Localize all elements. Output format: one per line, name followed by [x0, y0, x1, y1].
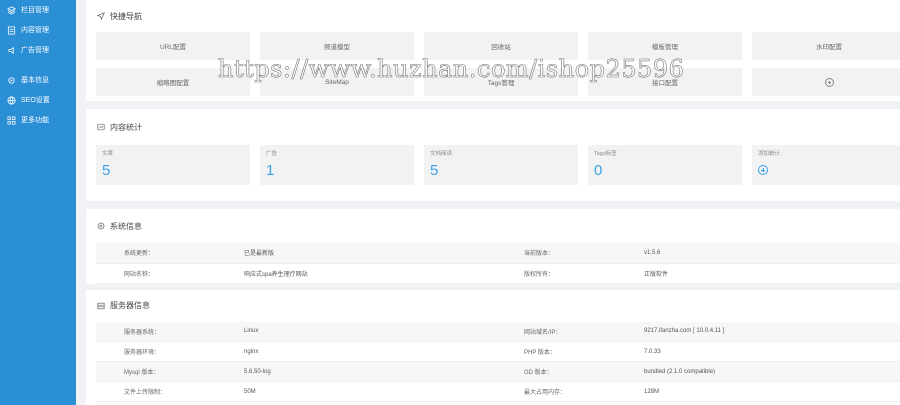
table-cell: 当前版本： [496, 243, 616, 264]
document-icon [6, 25, 16, 35]
system-info-title: 系统信息 [110, 221, 142, 231]
system-info-card: 系统信息 系统更新： 已是最新版 当前版本： v1.5.6 网站名称： 响应式s… [86, 209, 900, 405]
table-cell: PHP 版本： [496, 341, 616, 362]
table-cell: v1.5.6 [616, 243, 900, 264]
content-stats-card: 内容统计 文章 5 广告 1 文档阅读 5 Tags标签 0 添加统计 [86, 109, 900, 201]
stat-add-label: 添加统计 [758, 151, 781, 157]
quick-nav-template-management[interactable]: 模板管理 [588, 32, 742, 60]
stat-label: 广告 [266, 151, 278, 157]
stat-label: 文章 [102, 151, 114, 157]
sidebar-item-label: 更多功能 [21, 117, 49, 124]
table-cell: 网站域名/IP： [496, 321, 616, 342]
stat-label: Tags标签 [594, 151, 617, 157]
add-circle-icon [824, 77, 834, 87]
server-icon [96, 301, 106, 311]
table-cell: 最大占用内存： [496, 381, 616, 402]
stat-value: 5 [102, 162, 111, 179]
table-cell: Linux [216, 321, 496, 342]
table-cell: 服务器环境： [96, 341, 216, 362]
system-info-header: 系统信息 [96, 209, 900, 243]
server-info-table: 服务器系统： Linux 网站域名/IP： 9217.ifanzha.com [… [96, 321, 900, 402]
table-cell: 7.0.33 [616, 341, 900, 362]
quick-nav-header: 快捷导航 [96, 0, 890, 32]
sidebar-item-label: 基本信息 [21, 77, 49, 84]
table-cell: 服务器系统： [96, 321, 216, 342]
table-cell: Mysql 版本： [96, 361, 216, 382]
table-row: 服务器环境： nginx PHP 版本： 7.0.33 [96, 341, 900, 362]
table-row: Mysql 版本： 5.6.50-log GD 版本： bundled (2.1… [96, 361, 900, 382]
chart-icon [96, 122, 106, 132]
sidebar-item-label: 广告管理 [21, 47, 49, 54]
stat-value: 0 [594, 162, 603, 179]
quick-nav-api-config[interactable]: 接口配置 [588, 68, 742, 96]
layers-icon [6, 5, 16, 15]
table-cell: 50M [216, 381, 496, 402]
table-cell: 已是最新版 [216, 243, 496, 264]
sidebar-item-content-management[interactable]: 内容管理 [0, 20, 76, 40]
table-cell: 网站名称： [96, 263, 216, 284]
quick-nav-channel-model[interactable]: 频道模型 [260, 32, 414, 60]
grid-icon [6, 115, 16, 125]
table-cell: 5.6.50-log [216, 361, 496, 382]
main-content: 快捷导航 URL配置 频道模型 回收站 模板管理 水印配置 缩略图配置 Site… [86, 0, 900, 405]
table-cell: 版权所有： [496, 263, 616, 284]
stat-value: 1 [266, 162, 275, 179]
table-cell: 响应式spa养生理疗网站 [216, 263, 496, 284]
stat-label: 文档阅读 [430, 151, 453, 157]
server-info-header: 服务器信息 [86, 283, 900, 322]
sidebar-item-label: 内容管理 [21, 27, 49, 34]
stat-tags[interactable]: Tags标签 0 [588, 145, 742, 185]
sidebar-item-ad-management[interactable]: 广告管理 [0, 40, 76, 60]
globe-icon [6, 95, 16, 105]
content-stats-grid: 文章 5 广告 1 文档阅读 5 Tags标签 0 添加统计 [96, 145, 900, 193]
quick-nav-tags-management[interactable]: Tags管理 [424, 68, 578, 96]
quick-nav-thumbnail-config[interactable]: 缩略图配置 [96, 68, 250, 96]
quick-nav-card: 快捷导航 URL配置 频道模型 回收站 模板管理 水印配置 缩略图配置 Site… [86, 0, 900, 101]
sidebar-item-label: SEO设置 [21, 97, 50, 104]
sidebar-item-label: 栏目管理 [21, 7, 49, 14]
stat-ads[interactable]: 广告 1 [260, 145, 414, 185]
table-cell: GD 版本： [496, 361, 616, 382]
sidebar-item-column-management[interactable]: 栏目管理 [0, 0, 76, 20]
quick-nav-watermark-config[interactable]: 水印配置 [752, 32, 900, 60]
quick-nav-sitemap[interactable]: SiteMap [260, 68, 414, 96]
table-cell: bundled (2.1.0 compatible) [616, 361, 900, 382]
table-cell: 128M [616, 381, 900, 402]
system-info-table: 系统更新： 已是最新版 当前版本： v1.5.6 网站名称： 响应式spa养生理… [96, 243, 900, 284]
sidebar: 栏目管理 内容管理 广告管理 基本信息 SEO设置 更多功能 [0, 0, 76, 405]
sidebar-item-seo-settings[interactable]: SEO设置 [0, 90, 76, 110]
sidebar-item-basic-info[interactable]: 基本信息 [0, 70, 76, 90]
send-icon [96, 11, 106, 21]
quick-nav-add-button[interactable] [752, 68, 900, 96]
table-row: 服务器系统： Linux 网站域名/IP： 9217.ifanzha.com [… [96, 321, 900, 342]
quick-nav-recycle-bin[interactable]: 回收站 [424, 32, 578, 60]
stat-document-reads[interactable]: 文档阅读 5 [424, 145, 578, 185]
table-cell: 系统更新： [96, 243, 216, 264]
sidebar-item-more-features[interactable]: 更多功能 [0, 110, 76, 130]
quick-nav-grid: URL配置 频道模型 回收站 模板管理 水印配置 缩略图配置 SiteMap T… [96, 32, 900, 102]
table-cell: 正版软件 [616, 263, 900, 284]
table-cell: 9217.ifanzha.com [ 10.0.4.11 ] [616, 321, 900, 342]
add-circle-icon [758, 165, 768, 175]
stat-add[interactable]: 添加统计 [752, 145, 900, 185]
server-info-title: 服务器信息 [110, 301, 150, 310]
table-row: 网站名称： 响应式spa养生理疗网站 版权所有： 正版软件 [96, 263, 900, 284]
gear-icon [6, 75, 16, 85]
quick-nav-title: 快捷导航 [110, 11, 142, 21]
stat-articles[interactable]: 文章 5 [96, 145, 250, 185]
quick-nav-url-config[interactable]: URL配置 [96, 32, 250, 60]
table-cell: 文件上传限制： [96, 381, 216, 402]
table-row: 系统更新： 已是最新版 当前版本： v1.5.6 [96, 243, 900, 264]
stat-value: 5 [430, 162, 439, 179]
table-cell: nginx [216, 341, 496, 362]
content-stats-title: 内容统计 [110, 122, 142, 132]
content-stats-header: 内容统计 [96, 109, 890, 145]
table-row: 文件上传限制： 50M 最大占用内存： 128M [96, 381, 900, 402]
megaphone-icon [6, 45, 16, 55]
info-circle-icon [96, 221, 106, 231]
